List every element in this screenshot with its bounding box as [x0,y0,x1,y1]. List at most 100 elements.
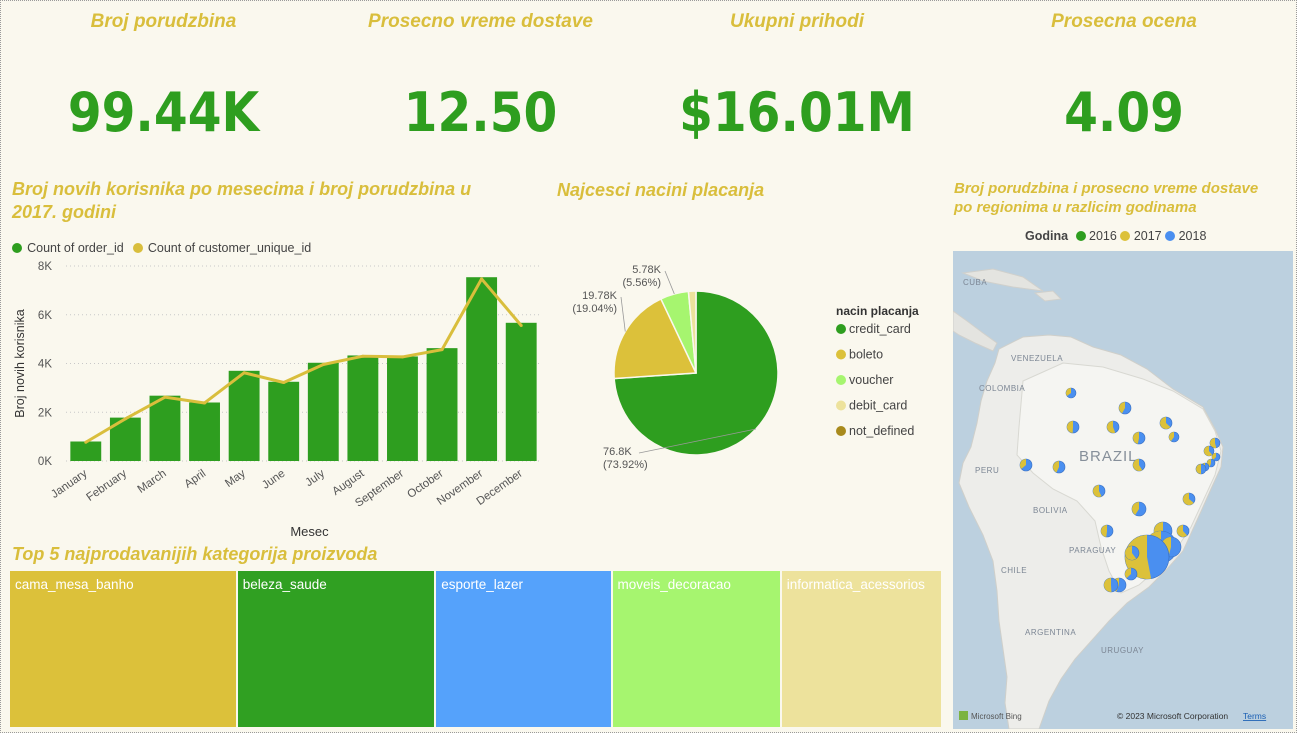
bar[interactable] [189,402,220,462]
leader-line [664,270,675,295]
bar[interactable] [426,348,458,461]
line-point[interactable] [361,354,365,358]
line-point[interactable] [400,355,404,359]
region-bubble[interactable] [1168,431,1180,443]
bar[interactable] [228,370,260,461]
map-panel[interactable]: Broj porudzbina i prosecno vreme dostave… [951,177,1293,729]
x-axis-title: Mesec [290,524,329,539]
kpi-value: 99.44K [67,81,260,144]
region-bubble[interactable] [1131,501,1147,517]
region-bubble[interactable] [1132,431,1146,445]
line-point[interactable] [203,401,207,405]
region-bubble[interactable] [1103,577,1119,593]
treemap-tile-label: esporte_lazer [441,577,523,592]
bar[interactable] [466,277,498,461]
bar[interactable] [268,381,300,461]
region-bubble[interactable] [1132,458,1146,472]
region-bubble[interactable] [1019,458,1033,472]
region-bubble[interactable] [1124,545,1140,561]
region-bubble[interactable] [1066,420,1080,434]
legend-dot [836,400,846,411]
region-bubble[interactable] [1159,416,1173,430]
kpi-card-revenue: Ukupni prihodi $16.01M [641,5,953,163]
treemap-tile-label: moveis_decoracao [617,577,731,592]
line-point[interactable] [440,348,444,352]
pie-legend-item[interactable]: not_defined [849,424,914,438]
label-colombia: COLOMBIA [979,384,1025,393]
region-bubble[interactable] [1092,484,1106,498]
data-label-percent: (73.92%) [603,459,648,471]
treemap-tile-beleza_saude[interactable]: beleza_saude [237,571,435,727]
x-tick-label: February [85,467,130,503]
treemap-area: cama_mesa_banho beleza_saude esporte_lazer… [10,571,943,727]
y-tick-label: 2K [38,407,52,419]
kpi-title: Ukupni prihodi [729,11,865,32]
pie-legend-item[interactable]: debit_card [849,399,907,413]
region-bubble[interactable] [1182,492,1196,506]
pie-legend-title: nacin placanja [836,304,919,318]
kpi-value: 12.50 [403,81,558,144]
treemap-panel[interactable]: Top 5 najprodavanijih kategorija proizvo… [6,543,946,731]
region-bubble[interactable] [1106,420,1120,434]
treemap-tile-informatica_acessorios[interactable]: informatica_acessorios [781,571,941,727]
region-bubble[interactable] [1100,524,1114,538]
legend-dot [836,349,846,360]
label-venezuela: VENEZUELA [1011,354,1063,363]
map-attribution: © 2023 Microsoft Corporation [1117,711,1228,721]
line-point[interactable] [282,381,286,385]
label-peru: PERU [975,466,999,475]
pie-legend-item[interactable]: voucher [849,373,893,387]
x-tick-label: June [260,468,287,492]
legend-dot [836,375,846,385]
region-bubble[interactable] [1195,463,1207,475]
line-point[interactable] [321,362,325,366]
line-point[interactable] [123,417,127,421]
bar[interactable] [387,356,418,461]
treemap-tile-esporte_lazer[interactable]: esporte_lazer [436,571,611,727]
label-paraguay: PARAGUAY [1069,546,1116,555]
legend-label-2016[interactable]: 2016 [1089,229,1117,243]
treemap-title: Top 5 najprodavanijih kategorija proizvo… [12,544,378,564]
treemap-tile-moveis_decoracao[interactable]: moveis_decoracao [612,571,780,727]
line-point[interactable] [163,395,167,399]
legend-label-2018[interactable]: 2018 [1179,229,1207,243]
line-point[interactable] [480,277,484,281]
treemap-tile-cama_mesa_banho[interactable]: cama_mesa_banho [10,571,236,727]
label-uruguay: URUGUAY [1101,646,1144,655]
region-bubble[interactable] [1065,387,1077,399]
legend-dot [836,324,846,334]
map-legend-title: Godina [1025,229,1069,243]
map-title: Broj porudzbina i prosecno vreme dostave… [954,179,1289,217]
map-svg[interactable]: CUBA VENEZUELA COLOMBIA PERU BRAZIL BOLI… [953,251,1293,729]
bar[interactable] [149,395,181,461]
data-label-percent: (5.56%) [622,277,661,289]
line-point[interactable] [84,440,88,444]
title-line: po regionima u razlicim godinama [954,199,1197,216]
region-bubble[interactable] [1052,460,1066,474]
data-label-percent: (19.04%) [572,303,617,315]
y-tick-label: 0K [38,456,52,468]
pie-legend-item[interactable]: credit_card [849,322,911,336]
line-point[interactable] [242,371,246,375]
legend-dot-2016 [1075,231,1086,241]
bar[interactable] [307,362,339,461]
label-bolivia: BOLIVIA [1033,506,1068,515]
region-bubble[interactable] [1118,401,1132,415]
region-bubble[interactable] [1176,524,1190,538]
bar[interactable] [347,355,379,461]
legend-label-2017[interactable]: 2017 [1134,229,1162,243]
kpi-title: Broj porudzbina [90,11,237,32]
combo-chart-svg: 0K 2K 4K 6K 8K JanuaryFebruary March April May Ju… [13,261,541,539]
region-bubble[interactable] [1203,445,1215,457]
legend-dot [836,426,846,436]
bar[interactable] [70,441,102,462]
line-point[interactable] [519,323,523,327]
leader-line [620,296,626,332]
bar[interactable] [505,322,537,461]
pie-chart-panel[interactable]: Najcesci nacini placanja 76.8K (73.92%) 19… [551,179,944,543]
combo-chart-panel[interactable]: Broj novih korisnika po mesecima i broj … [6,171,546,543]
pie-legend-item[interactable]: boleto [849,348,883,362]
region-bubble[interactable] [1124,567,1138,581]
label-argentina: ARGENTINA [1025,628,1076,637]
map-terms-link[interactable]: Terms [1243,711,1266,721]
